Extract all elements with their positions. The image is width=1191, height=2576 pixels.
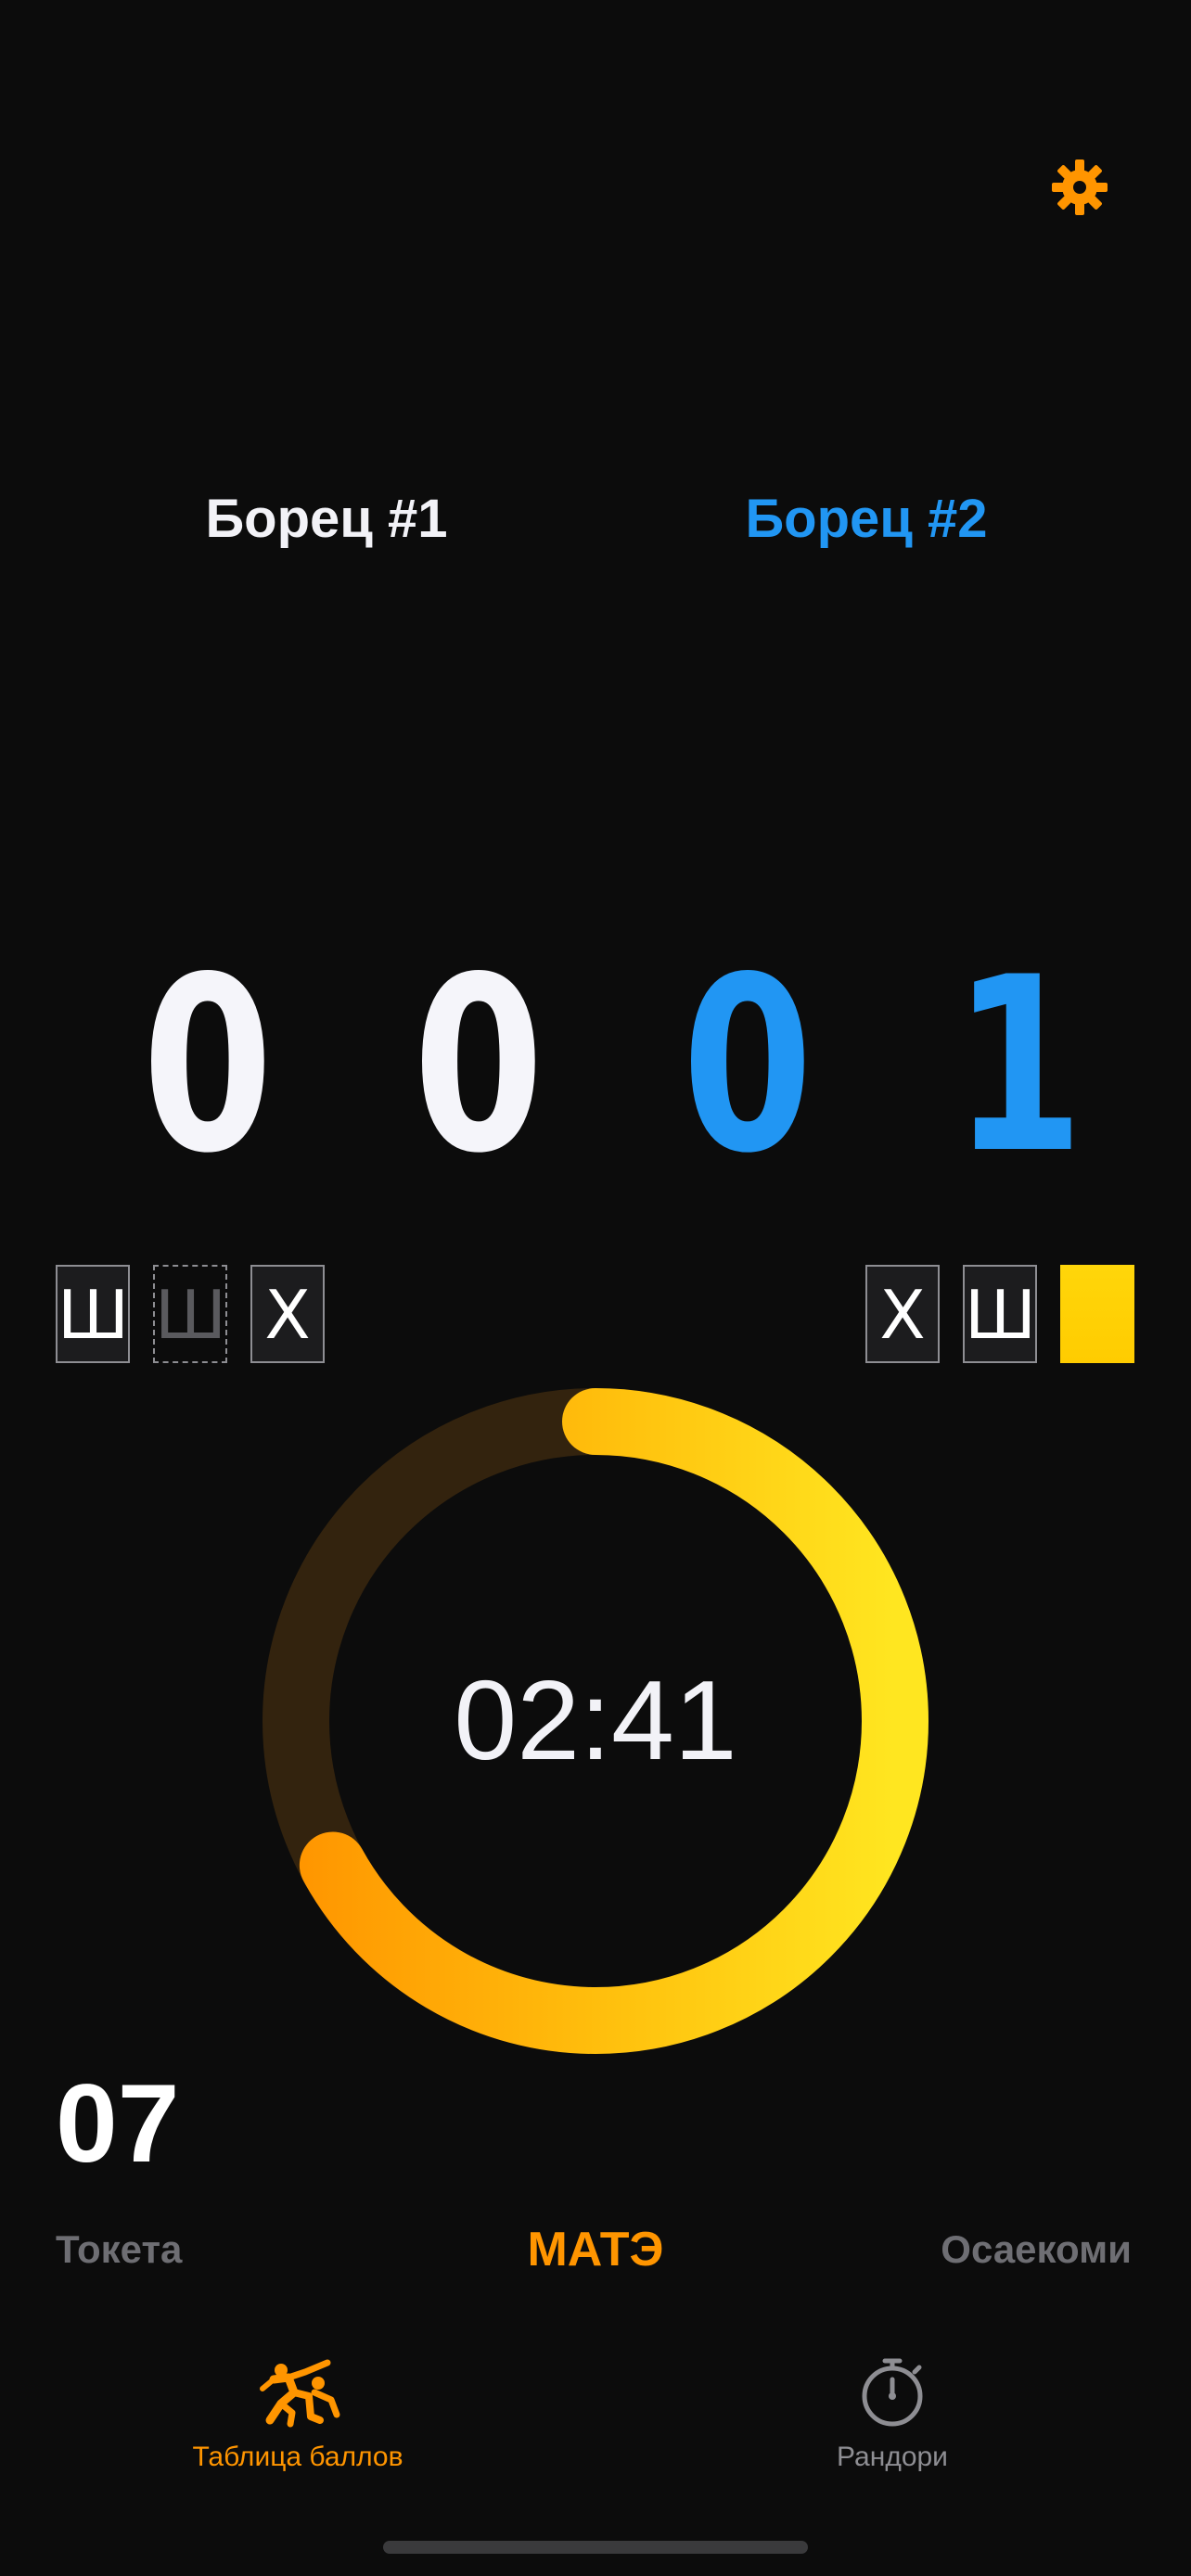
wrestlers-icon [260, 2359, 340, 2428]
fighter2-score-digit-1[interactable]: 0 [682, 946, 813, 1187]
tab-randori-label: Рандори [837, 2442, 948, 2472]
fighter2-hansoku[interactable]: Х [865, 1265, 940, 1363]
fighter1-score-digit-2[interactable]: 0 [413, 946, 544, 1187]
fighter2-name[interactable]: Борец #2 [634, 482, 1098, 556]
fighter1-hansoku[interactable]: Х [250, 1265, 325, 1363]
timer-display: 02:41 [454, 1657, 737, 1783]
fighter1-shido-1[interactable]: Ш [56, 1265, 130, 1363]
tab-scoreboard-label: Таблица баллов [192, 2442, 403, 2472]
stopwatch-icon [862, 2358, 923, 2427]
settings-button[interactable] [1046, 154, 1113, 221]
gear-icon [1052, 159, 1108, 215]
mate-button[interactable]: МАТЭ [410, 2222, 781, 2277]
osaekomi-counter: 07 [56, 2061, 180, 2186]
fighter1-name[interactable]: Борец #1 [95, 482, 558, 556]
fighter2-score-digit-2[interactable]: 1 [953, 946, 1083, 1187]
toketa-button[interactable]: Токета [56, 2222, 182, 2277]
home-indicator [383, 2541, 808, 2554]
osaekomi-button[interactable]: Осаекоми [941, 2222, 1132, 2277]
fighter1-score-digit-1[interactable]: 0 [142, 946, 273, 1187]
fighter2-shido-1[interactable]: Ш [963, 1265, 1037, 1363]
tab-scoreboard[interactable]: Таблица баллов [112, 2355, 483, 2476]
fighter1-shido-2[interactable]: Ш [153, 1265, 227, 1363]
fighter2-yellow-card[interactable] [1060, 1265, 1134, 1363]
tab-randori[interactable]: Рандори [707, 2355, 1078, 2476]
